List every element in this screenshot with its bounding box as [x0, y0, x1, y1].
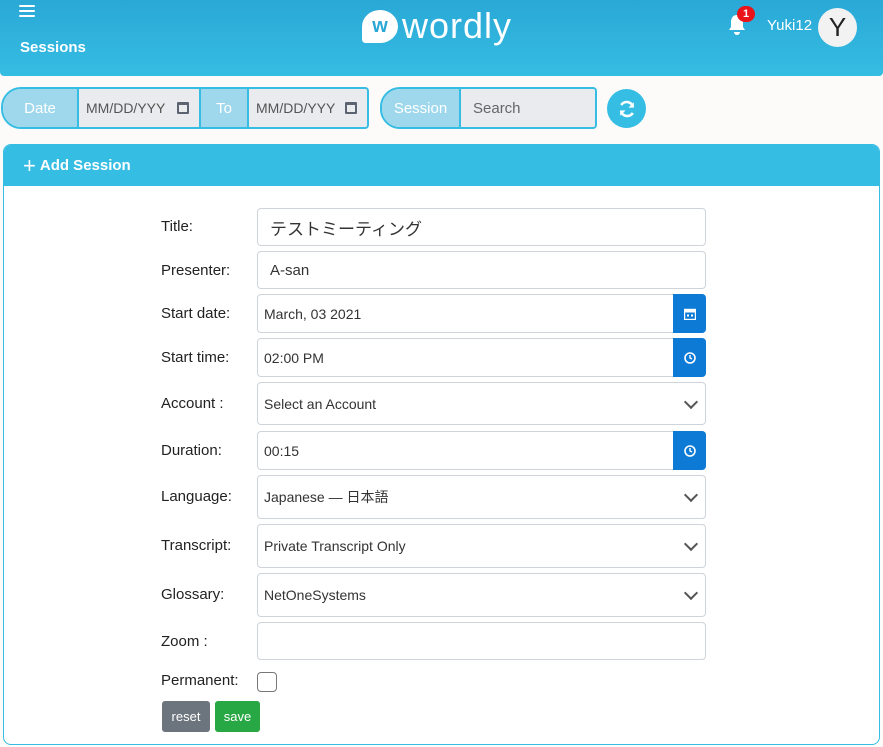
language-select[interactable]: Japanese — 日本語	[257, 475, 706, 519]
clock-icon	[683, 444, 696, 457]
duration-label: Duration:	[161, 442, 222, 459]
clock-icon	[683, 351, 696, 364]
zoom-input[interactable]	[257, 622, 706, 660]
calendar-icon	[683, 308, 696, 320]
calendar-icon[interactable]	[177, 102, 189, 114]
presenter-input[interactable]: A-san	[257, 251, 706, 289]
presenter-label: Presenter:	[161, 262, 231, 279]
start-date-picker-button[interactable]	[673, 294, 706, 333]
title-value: テストミーティング	[270, 219, 422, 239]
notification-badge: 1	[737, 6, 755, 22]
refresh-button[interactable]	[607, 89, 646, 128]
reset-button[interactable]: reset	[162, 701, 210, 732]
from-date-input[interactable]: MM/DD/YYY	[77, 89, 199, 127]
date-label: Date	[3, 89, 77, 127]
session-filter: Session Search	[380, 87, 597, 129]
presenter-value: A-san	[270, 261, 310, 279]
to-date-placeholder: MM/DD/YYY	[256, 100, 336, 116]
logo-text: wordly	[402, 5, 513, 46]
page-title: Sessions	[20, 39, 86, 56]
account-value: Select an Account	[264, 395, 377, 412]
duration-picker-button[interactable]	[673, 431, 706, 470]
start-date-input[interactable]: March, 03 2021	[257, 294, 706, 333]
add-session-header[interactable]: + Add Session	[4, 145, 879, 186]
date-filter: Date MM/DD/YYY To MM/DD/YYY	[1, 87, 369, 129]
chevron-down-icon	[683, 487, 699, 503]
calendar-icon[interactable]	[345, 102, 357, 114]
username[interactable]: Yuki12	[767, 17, 812, 34]
glossary-select[interactable]: NetOneSystems	[257, 573, 706, 617]
avatar[interactable]: Y	[818, 8, 857, 47]
start-time-input[interactable]: 02:00 PM	[257, 338, 706, 377]
title-input[interactable]: テストミーティング	[257, 208, 706, 246]
logo-badge: w	[362, 9, 398, 43]
from-date-placeholder: MM/DD/YYY	[86, 100, 166, 116]
start-time-value: 02:00 PM	[264, 349, 324, 366]
title-label: Title:	[161, 218, 193, 235]
permanent-label: Permanent:	[161, 672, 239, 689]
start-date-value: March, 03 2021	[264, 305, 362, 322]
account-select[interactable]: Select an Account	[257, 382, 706, 425]
account-label: Account :	[161, 395, 224, 412]
search-placeholder: Search	[473, 99, 521, 117]
session-search-input[interactable]: Search	[459, 89, 595, 127]
save-button[interactable]: save	[215, 701, 260, 732]
language-label: Language:	[161, 488, 232, 505]
chevron-down-icon	[683, 536, 699, 552]
transcript-select[interactable]: Private Transcript Only	[257, 524, 706, 568]
duration-input[interactable]: 00:15	[257, 431, 706, 470]
add-session-title: Add Session	[39, 157, 131, 174]
to-label: To	[199, 89, 247, 127]
app-header: Sessions w wordly 1 Yuki12 Y	[0, 0, 883, 76]
wordly-logo: w wordly	[362, 6, 512, 46]
glossary-label: Glossary:	[161, 586, 225, 603]
session-label: Session	[382, 89, 459, 127]
permanent-checkbox[interactable]	[257, 672, 277, 692]
duration-value: 00:15	[264, 442, 300, 459]
plus-icon: +	[23, 152, 36, 178]
transcript-label: Transcript:	[161, 537, 232, 554]
start-date-label: Start date:	[161, 305, 231, 322]
chevron-down-icon	[683, 394, 699, 409]
glossary-value: NetOneSystems	[264, 587, 366, 603]
zoom-label: Zoom :	[161, 633, 208, 650]
chevron-down-icon	[683, 585, 699, 601]
refresh-icon	[619, 100, 634, 117]
start-time-picker-button[interactable]	[673, 338, 706, 377]
language-value: Japanese — 日本語	[264, 489, 389, 505]
transcript-value: Private Transcript Only	[264, 538, 406, 554]
start-time-label: Start time:	[161, 349, 230, 366]
to-date-input[interactable]: MM/DD/YYY	[247, 89, 367, 127]
hamburger-menu-icon[interactable]	[19, 5, 35, 19]
